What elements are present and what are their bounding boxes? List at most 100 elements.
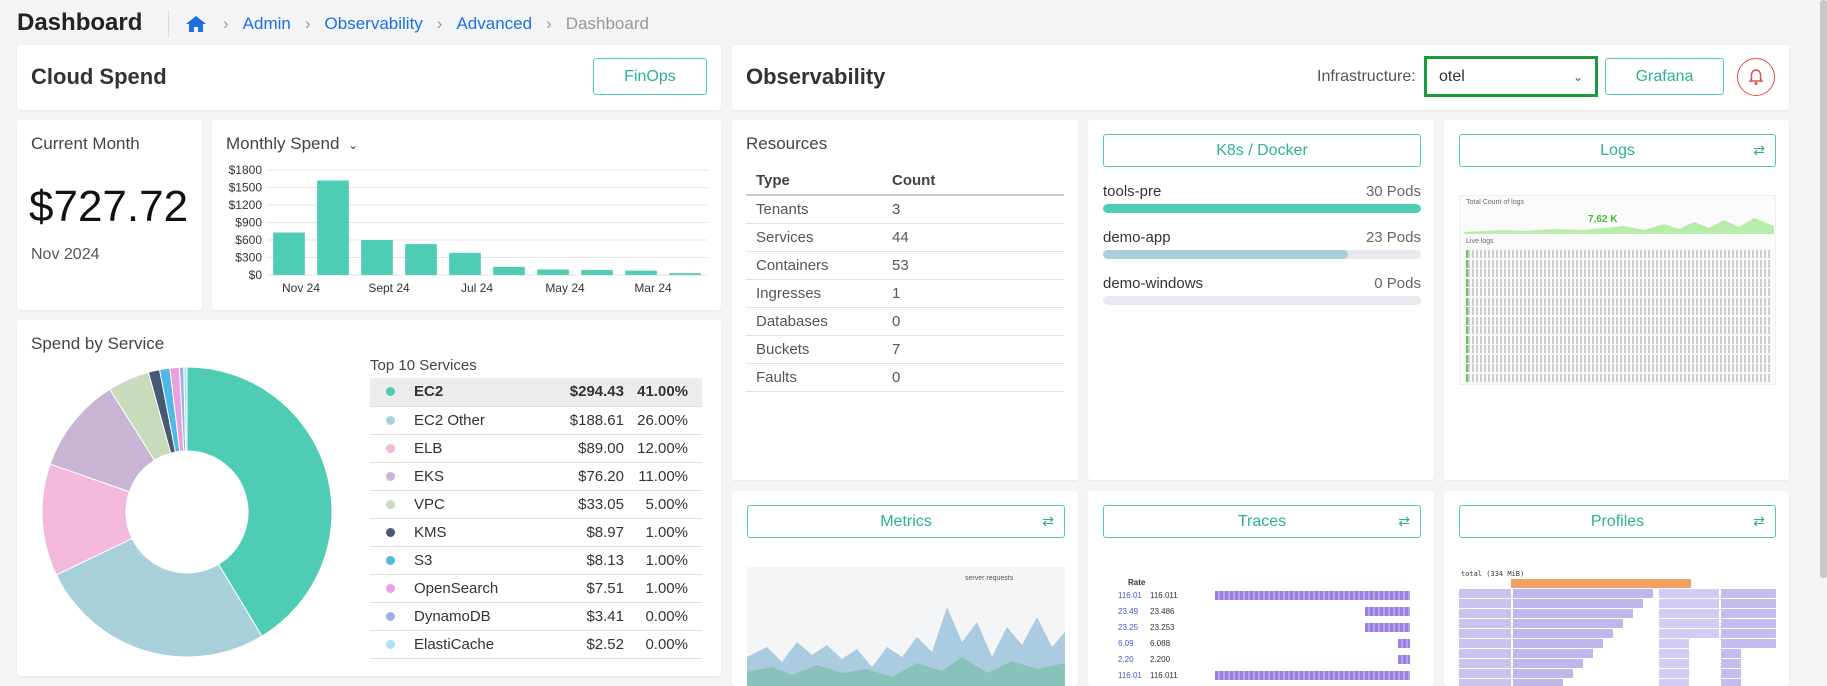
breadcrumb: › Admin › Observability › Advanced › Das… [185, 14, 649, 34]
page-title: Dashboard [17, 9, 143, 36]
resource-row[interactable]: Databases 0 [746, 307, 1064, 336]
infrastructure-select[interactable]: otel ⌄ [1424, 56, 1598, 97]
resource-row[interactable]: Containers 53 [746, 251, 1064, 280]
log-line [1466, 354, 1771, 363]
breadcrumb-admin[interactable]: Admin [243, 14, 291, 34]
logs-preview[interactable]: Total Count of logs 7.62 K Live logs [1459, 195, 1776, 385]
service-row[interactable]: EKS $76.20 11.00% [370, 462, 702, 491]
bar[interactable] [493, 266, 525, 275]
metrics-preview[interactable]: server requests [747, 567, 1065, 686]
finops-button[interactable]: FinOps [593, 58, 707, 95]
resources-table: Type Count Tenants 3 Services 44 Containers 5… [746, 167, 1064, 392]
bar[interactable] [273, 232, 305, 275]
resource-count: 0 [892, 307, 1064, 336]
resources-card: Resources Type Count Tenants 3 Services 44 C… [732, 120, 1078, 480]
service-color-dot [370, 434, 414, 463]
logs-button[interactable]: Logs ⇄ [1459, 134, 1776, 167]
bar[interactable] [625, 270, 657, 275]
service-pct: 11.00% [624, 462, 702, 491]
bar[interactable] [669, 273, 701, 275]
resources-header-type: Type [746, 167, 892, 196]
resource-row[interactable]: Ingresses 1 [746, 279, 1064, 308]
flamegraph-row [1459, 599, 1776, 608]
service-row[interactable]: OpenSearch $7.51 1.00% [370, 574, 702, 603]
trace-row: 2.20 2.200 [1108, 652, 1418, 668]
service-row[interactable]: DynamoDB $3.41 0.00% [370, 602, 702, 631]
spend-by-service-card: Spend by Service Top 10 Services EC2 $294… [17, 320, 721, 676]
resource-count: 7 [892, 335, 1064, 364]
pod-count: 0 Pods [1374, 275, 1421, 292]
alerts-button[interactable] [1737, 58, 1775, 96]
profiles-button[interactable]: Profiles ⇄ [1459, 505, 1776, 538]
log-line [1466, 250, 1771, 258]
trace-value: 2.200 [1150, 655, 1171, 664]
service-name: ELB [414, 434, 534, 463]
log-line [1466, 259, 1771, 268]
bar[interactable] [581, 270, 613, 275]
flamegraph-row [1459, 609, 1776, 618]
service-pct: 26.00% [624, 406, 702, 435]
log-line [1466, 316, 1771, 325]
service-row[interactable]: KMS $8.97 1.00% [370, 518, 702, 547]
trace-bar [1365, 623, 1410, 632]
breadcrumb-observability[interactable]: Observability [325, 14, 423, 34]
service-amount: $33.05 [534, 490, 624, 519]
top10-label: Top 10 Services [370, 357, 477, 374]
breadcrumb-advanced[interactable]: Advanced [456, 14, 532, 34]
trace-bar [1398, 639, 1410, 648]
service-row[interactable]: S3 $8.13 1.00% [370, 546, 702, 575]
resource-row[interactable]: Buckets 7 [746, 335, 1064, 364]
trace-row: 6.09 6.088 [1108, 636, 1418, 652]
log-line [1466, 326, 1771, 334]
pod-item[interactable]: demo-windows 0 Pods [1103, 275, 1421, 321]
monthly-spend-dropdown[interactable]: Monthly Spend ⌄ [226, 134, 358, 154]
infrastructure-value: otel [1439, 67, 1465, 85]
flamegraph-row [1459, 589, 1776, 598]
resources-header-count: Count [892, 167, 1064, 196]
pod-item[interactable]: tools-pre 30 Pods [1103, 183, 1421, 229]
traces-button[interactable]: Traces ⇄ [1103, 505, 1421, 538]
trace-row: 116.01 116.011 [1108, 668, 1418, 684]
resource-count: 3 [892, 195, 1064, 224]
flamegraph-row [1459, 669, 1776, 678]
home-icon[interactable] [185, 15, 207, 33]
logs-card: Logs ⇄ Total Count of logs 7.62 K Live l… [1444, 120, 1789, 480]
pod-item[interactable]: demo-app 23 Pods [1103, 229, 1421, 275]
service-row[interactable]: EC2 $294.43 41.00% [370, 378, 702, 407]
grafana-button[interactable]: Grafana [1605, 58, 1724, 95]
traces-preview[interactable]: Rate 116.01 116.011 23.49 23.486 23.25 23.253… [1103, 567, 1421, 686]
bar[interactable] [405, 244, 437, 275]
k8s-docker-button[interactable]: K8s / Docker [1103, 134, 1421, 167]
trace-value: 6.088 [1150, 639, 1171, 648]
bell-icon [1748, 69, 1764, 85]
service-row[interactable]: ElastiCache $2.52 0.00% [370, 630, 702, 659]
pod-count: 30 Pods [1365, 183, 1421, 200]
service-name: EC2 [414, 378, 534, 407]
log-line [1466, 269, 1771, 277]
log-line [1466, 288, 1771, 296]
bar[interactable] [361, 240, 393, 275]
metrics-button[interactable]: Metrics ⇄ [747, 505, 1065, 538]
trace-rows: 116.01 116.011 23.49 23.486 23.25 23.253 6.09 6… [1108, 588, 1418, 684]
profiles-preview[interactable]: total (334 MiB) [1459, 569, 1776, 686]
metrics-preview-title: server requests [965, 575, 1014, 582]
bar[interactable] [317, 180, 349, 276]
cloud-spend-header: Cloud Spend FinOps [17, 45, 721, 110]
bar[interactable] [449, 252, 481, 275]
service-row[interactable]: VPC $33.05 5.00% [370, 490, 702, 519]
resource-row[interactable]: Tenants 3 [746, 195, 1064, 224]
page-scrollbar-thumb[interactable] [1820, 0, 1827, 578]
service-color-dot [370, 574, 414, 603]
metrics-label: Metrics [880, 512, 932, 530]
resource-row[interactable]: Services 44 [746, 223, 1064, 252]
resource-row[interactable]: Faults 0 [746, 363, 1064, 392]
traces-card: Traces ⇄ Rate 116.01 116.011 23.49 23.486 23… [1088, 491, 1434, 686]
x-tick-label: May 24 [545, 281, 585, 295]
profiles-preview-title: total (334 MiB) [1461, 570, 1525, 578]
metrics-card: Metrics ⇄ server requests [732, 491, 1078, 686]
service-row[interactable]: EC2 Other $188.61 26.00% [370, 406, 702, 435]
x-tick-label: Mar 24 [634, 281, 672, 295]
bar[interactable] [537, 269, 569, 275]
resource-type: Databases [746, 307, 892, 336]
service-row[interactable]: ELB $89.00 12.00% [370, 434, 702, 463]
